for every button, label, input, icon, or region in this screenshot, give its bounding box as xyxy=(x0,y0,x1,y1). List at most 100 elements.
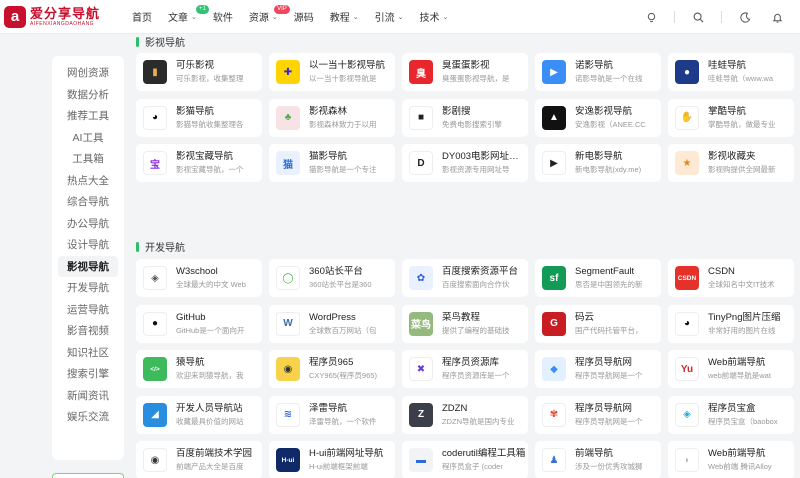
nav-card[interactable]: ▲ 安逸影视导航 安逸影视（ANEE.CC xyxy=(535,98,661,137)
nav-card[interactable]: 宝影视宝藏导航 影视宝藏导航，一个 xyxy=(136,144,262,182)
nav-card[interactable]: ◢ 开发人员导航站 收藏最具价值的网站 xyxy=(136,395,262,434)
sidebar-item-13[interactable]: 知识社区 xyxy=(58,342,118,364)
nav-card[interactable]: ▮ 可乐影视 可乐影视，收集整理 xyxy=(136,53,262,91)
nav-card[interactable]: ◉ 百度前端技术学园 前端产品大全是百度 xyxy=(136,441,262,478)
card-description: web前端导航是wat xyxy=(708,371,771,380)
nav-card[interactable]: ◕ 影猫导航 影猫导航收集整理各 xyxy=(136,98,262,137)
nav-badge: +1 xyxy=(196,4,209,14)
sidebar-item-10[interactable]: 开发导航 xyxy=(58,277,118,299)
card-description: 程序员导航网是一个 xyxy=(575,416,643,426)
nav-card[interactable]: ≋ 泽雷导航 泽雷导航，一个软件 xyxy=(269,395,395,434)
nav-card[interactable]: ● 哇蛙导航 哇蛙导航（www.wa xyxy=(668,53,794,91)
nav-card[interactable]: sf SegmentFault 思否是中国领先的新 xyxy=(535,259,661,297)
nav-card[interactable]: ✚ 以一当十影视导航 以一当十影视导航是 xyxy=(269,53,395,91)
nav-card[interactable]: ◗ Web前端导航 Web前端 腾讯Alloy xyxy=(668,441,794,478)
nav-card[interactable]: </> 猿导航 欢迎来到猿导航，我 xyxy=(136,350,262,388)
card-title: GitHub xyxy=(176,311,206,323)
plus-icon: ✚ xyxy=(276,60,300,84)
nav-card[interactable]: G 码云 国产代码托管平台， xyxy=(535,304,661,343)
site-logo[interactable]: a 爱分享导航 AIFENXIANGDAOHANG xyxy=(4,5,122,28)
nav-card[interactable]: 菜鸟 菜鸟教程 提供了编程的基础技 xyxy=(402,304,528,343)
sidebar-item-6[interactable]: 综合导航 xyxy=(58,191,118,213)
card-description: 全球数百万网站（包 xyxy=(309,325,377,335)
nav-item-3[interactable]: 资源 ⌄ VIP xyxy=(249,0,290,34)
sidebar-item-14[interactable]: 搜索引擎 xyxy=(58,363,118,385)
monkey-icon: ◉ xyxy=(276,357,300,381)
card-title: 诺影导航 xyxy=(575,60,614,71)
card-title: SegmentFault xyxy=(575,266,635,277)
sidebar-item-16[interactable]: 娱乐交流 xyxy=(58,406,118,428)
nav-item-1[interactable]: 文章 ⌄ +1 xyxy=(168,0,209,34)
moon-icon[interactable] xyxy=(736,8,754,26)
nav-card[interactable]: ◯ 360站长平台 360站长平台是360 xyxy=(269,259,395,297)
nav-card[interactable]: W WordPress 全球数百万网站（包 xyxy=(269,304,395,343)
csdn-icon: CSDN xyxy=(675,266,699,290)
sidebar-item-4[interactable]: 工具箱 xyxy=(58,148,118,170)
cross-icon: ✖ xyxy=(409,357,433,381)
nav-card[interactable]: ✖ 程序员资源库 程序员资源库是一个 xyxy=(402,350,528,388)
sidebar-item-12[interactable]: 影音视频 xyxy=(58,320,118,342)
sidebar-item-1[interactable]: 数据分析 xyxy=(58,84,118,106)
card-title: Web前端导航 xyxy=(708,448,766,459)
card-description: 百度搜索面向合作伙 xyxy=(442,280,510,289)
card-description: 猫影导航是一个专注 xyxy=(309,165,377,174)
card-title: W3school xyxy=(176,266,218,277)
nav-item-7[interactable]: 技术 ⌄ xyxy=(420,0,449,34)
sidebar-item-7[interactable]: 办公导航 xyxy=(58,213,118,235)
nav-card[interactable]: 猫猫影导航 猫影导航是一个专注 xyxy=(269,144,395,182)
card-description: 全球最大的中文 Web xyxy=(176,280,246,289)
sidebar-item-0[interactable]: 网创资源 xyxy=(58,62,118,84)
nav-card[interactable]: ▶ 诺影导航 诺影导航是一个在线 xyxy=(535,53,661,91)
card-description: 影视资源专用网址导 xyxy=(442,165,510,174)
nav-card[interactable]: ◆ 程序员导航网 程序员导航网是一个 xyxy=(535,350,661,388)
card-description: 安逸影视（ANEE.CC xyxy=(575,119,646,129)
nav-item-4[interactable]: 源码 xyxy=(294,0,314,34)
bell-icon[interactable] xyxy=(768,8,786,26)
nav-card[interactable]: ★ 影视收藏夹 影视购提供全网最新 xyxy=(668,144,794,182)
baidu-fe-icon: ◉ xyxy=(143,448,167,472)
nav-card[interactable]: ♣ 影视森林 影视森林致力于以用 xyxy=(269,98,395,137)
nav-card[interactable]: Yu Web前端导航 web前端导航是wat xyxy=(668,350,794,388)
search-icon[interactable] xyxy=(689,8,707,26)
sidebar-item-2[interactable]: 推荐工具 xyxy=(58,105,118,127)
nav-card[interactable]: ◉ 程序员965 CXY965(程序员965) xyxy=(269,350,395,388)
sidebar-item-5[interactable]: 热点大全 xyxy=(58,170,118,192)
nav-label: 教程 xyxy=(329,13,350,24)
sidebar-item-15[interactable]: 新闻资讯 xyxy=(58,385,118,407)
nav-card[interactable]: ◕ TinyPng图片压缩 非常好用的图片在线 xyxy=(668,304,794,343)
nav-card[interactable]: Z ZDZN ZDZN导航是国内专业 xyxy=(402,395,528,434)
people-icon: ♟ xyxy=(542,448,566,472)
nav-card[interactable]: ✾ 程序员导航网 程序员导航网是一个 xyxy=(535,395,661,434)
card-description: 影视宝藏导航，一个 xyxy=(176,165,244,174)
sidebar-bottom-button[interactable] xyxy=(52,473,124,478)
nav-item-2[interactable]: 软件 xyxy=(213,0,233,34)
nav-card[interactable]: ▶ 新电影导航 新电影导航(xdy.me) xyxy=(535,144,661,182)
card-description: 掌酷导航，做最专业 xyxy=(708,119,776,129)
sidebar-item-8[interactable]: 设计导航 xyxy=(58,234,118,256)
bulb-icon[interactable] xyxy=(642,8,660,26)
nav-item-0[interactable]: 首页 xyxy=(132,0,152,34)
nav-card[interactable]: ♟ 前端导航 涉及一份优秀攻城狮 xyxy=(535,441,661,478)
card-title: ZDZN xyxy=(442,402,468,414)
sidebar-item-3[interactable]: AI工具 xyxy=(58,127,118,149)
sidebar-item-11[interactable]: 运营导航 xyxy=(58,299,118,321)
nav-card[interactable]: ■ 影剧搜 免费电影搜索引擎 xyxy=(402,98,528,137)
nav-card[interactable]: 臭臭蛋蛋影视 臭蛋蛋影视导航，是 xyxy=(402,53,528,91)
gitee-icon: G xyxy=(542,311,566,336)
nav-item-5[interactable]: 教程 ⌄ xyxy=(330,0,359,34)
nav-card[interactable]: ▬ coderutil编程工具箱 程序员盒子 (coder xyxy=(402,441,528,478)
nav-card[interactable]: ● GitHub GitHub是一个面向开 xyxy=(136,304,262,343)
nav-card[interactable]: H-ui H-ui前端网址导航 H-ui前端框架前端 xyxy=(269,441,395,478)
sidebar-item-9[interactable]: 影视导航 xyxy=(58,255,118,277)
nav-card[interactable]: ✋ 掌酷导航 掌酷导航，做最专业 xyxy=(668,98,794,137)
nav-card[interactable]: CSDN CSDN 全球知名中文IT技术 xyxy=(668,259,794,297)
nav-item-6[interactable]: 引流 ⌄ xyxy=(375,0,404,34)
camera-icon: ■ xyxy=(409,105,433,130)
nav-card[interactable]: D DY003电影网址导航 影视资源专用网址导 xyxy=(402,144,528,182)
card-description: CXY965(程序员965) xyxy=(309,371,377,380)
sf-icon: sf xyxy=(542,266,566,290)
nav-card[interactable]: ◈ W3school 全球最大的中文 Web xyxy=(136,259,262,297)
card-title: 程序员导航网 xyxy=(575,357,633,368)
nav-card[interactable]: ✿ 百度搜索资源平台 百度搜索面向合作伙 xyxy=(402,259,528,297)
nav-card[interactable]: ◈ 程序员宝盒 程序员宝盒（baobox xyxy=(668,395,794,434)
